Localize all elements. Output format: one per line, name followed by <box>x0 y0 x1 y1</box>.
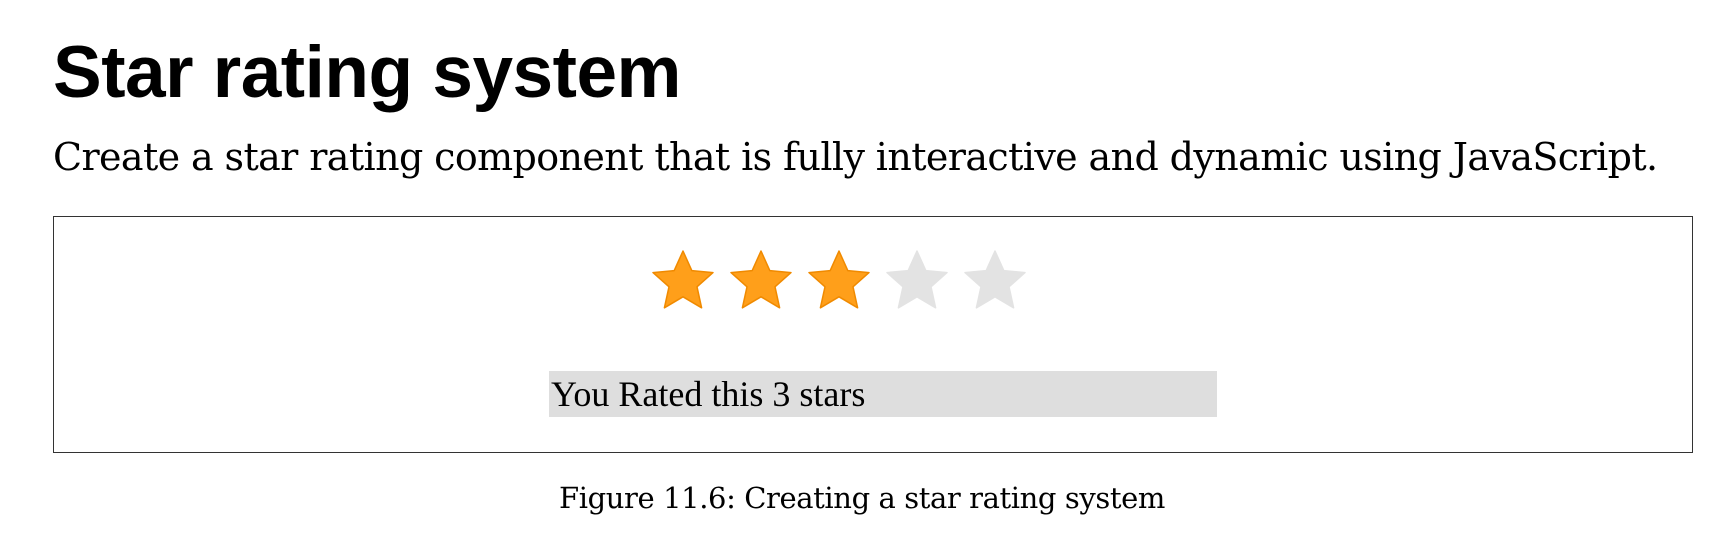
star-4-icon[interactable] <box>881 245 953 317</box>
star-1-icon[interactable] <box>647 245 719 317</box>
page-title: Star rating system <box>53 32 681 113</box>
figure-caption: Figure 11.6: Creating a star rating syst… <box>559 481 1165 515</box>
star-2-icon[interactable] <box>725 245 797 317</box>
rating-result-text: You Rated this 3 stars <box>549 371 1217 417</box>
star-rating <box>647 245 1031 317</box>
star-3-icon[interactable] <box>803 245 875 317</box>
star-5-icon[interactable] <box>959 245 1031 317</box>
intro-paragraph: Create a star rating component that is f… <box>53 135 1658 179</box>
figure-frame: You Rated this 3 stars <box>53 216 1693 453</box>
